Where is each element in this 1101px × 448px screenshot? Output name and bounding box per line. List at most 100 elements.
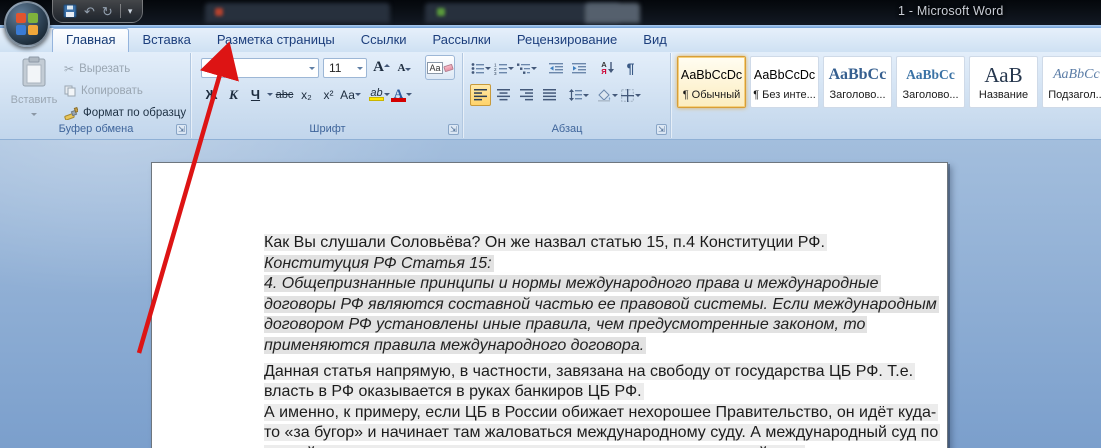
copy-button[interactable]: Копировать [64, 81, 143, 101]
tab-review[interactable]: Рецензирование [504, 28, 630, 52]
tab-view[interactable]: Вид [630, 28, 680, 52]
clipboard-dialog-launcher-icon[interactable]: ⇲ [176, 124, 187, 135]
font-group-label: Шрифт [309, 123, 346, 135]
sort-arrow-icon [607, 62, 614, 73]
background-browser-tab [585, 3, 640, 23]
font-color-swatch [391, 98, 406, 102]
tab-references[interactable]: Ссылки [348, 28, 420, 52]
align-center-button[interactable] [493, 84, 514, 106]
bullets-icon [471, 62, 484, 74]
font-color-button[interactable]: А [391, 84, 412, 105]
group-clipboard: Вставить ✂ Вырезать Копировать Формат по… [2, 53, 191, 138]
style-item-no-spacing[interactable]: АаBbCcDc ¶ Без инте... [750, 56, 819, 108]
align-center-icon [497, 89, 510, 101]
shrink-font-button[interactable]: A [394, 57, 415, 78]
qat-customize-icon[interactable]: ▾ [128, 6, 133, 17]
change-case-button[interactable]: Аа [340, 84, 361, 105]
paste-icon [22, 56, 46, 87]
numbering-button[interactable]: 123 [493, 57, 514, 79]
paragraph[interactable]: Данная статья напрямую, в частности, зав… [264, 362, 940, 403]
style-item-title[interactable]: АаВ Название [969, 56, 1038, 108]
highlight-color-button[interactable]: ab [369, 84, 390, 105]
format-painter-label: Формат по образцу [83, 107, 187, 119]
highlight-color-swatch [369, 97, 384, 101]
office-logo-icon [16, 13, 38, 35]
font-color-dropdown-icon [406, 93, 412, 99]
paragraph-dialog-launcher-icon[interactable]: ⇲ [656, 124, 667, 135]
font-size-value: 11 [329, 61, 342, 75]
office-button[interactable] [4, 1, 50, 47]
increase-indent-icon [571, 62, 586, 73]
line-spacing-icon [568, 89, 582, 101]
align-right-button[interactable] [516, 84, 537, 106]
svg-text:3: 3 [494, 71, 497, 75]
style-item-heading1[interactable]: АаBbСс Заголово... [823, 56, 892, 108]
underline-button[interactable]: Ч [245, 84, 266, 105]
grow-font-button[interactable]: A [371, 57, 392, 78]
show-paragraph-marks-button[interactable]: ¶ [620, 57, 641, 79]
scissors-icon: ✂ [64, 62, 75, 76]
font-name-value: Arial [207, 61, 232, 75]
clear-formatting-button[interactable]: Aa [425, 55, 455, 80]
bullets-button[interactable] [470, 57, 491, 79]
format-painter-button[interactable]: Формат по образцу [64, 103, 186, 123]
clear-formatting-glyph: Aa [427, 61, 443, 74]
line-spacing-button[interactable] [568, 84, 589, 106]
shrink-font-glyph: A [397, 61, 406, 74]
document-workspace: Как Вы слушали Соловьёва? Он же назвал с… [0, 140, 1101, 448]
borders-button[interactable] [620, 84, 641, 106]
document-page[interactable]: Как Вы слушали Соловьёва? Он же назвал с… [151, 162, 948, 448]
font-dialog-launcher-icon[interactable]: ⇲ [448, 124, 459, 135]
superscript-button[interactable]: x² [318, 84, 339, 105]
strikethrough-button[interactable]: abc [274, 84, 295, 105]
styles-gallery: АаBbCcDc ¶ Обычный АаBbCcDc ¶ Без инте..… [677, 56, 1101, 108]
style-item-heading2[interactable]: АаBbСс Заголово... [896, 56, 965, 108]
align-right-icon [520, 89, 533, 101]
multilevel-list-button[interactable] [516, 57, 537, 79]
copy-label: Копировать [81, 85, 143, 97]
copy-icon [64, 85, 76, 97]
save-icon[interactable] [63, 4, 77, 18]
tab-home[interactable]: Главная [52, 28, 130, 52]
font-size-combo[interactable]: 11 [323, 58, 367, 78]
paragraph-quote[interactable]: Конституция РФ Статья 15: 4. Общепризнанн… [264, 254, 940, 357]
italic-button[interactable]: К [223, 84, 244, 105]
document-text: Как Вы слушали Соловьёва? Он же назвал с… [264, 233, 941, 448]
sort-button[interactable]: А Я [597, 57, 618, 79]
bold-button[interactable]: Ж [201, 84, 222, 105]
paragraph[interactable]: А именно, к примеру, если ЦБ в России об… [264, 403, 941, 448]
tab-insert[interactable]: Вставка [129, 28, 203, 52]
subscript-button[interactable]: x₂ [296, 84, 317, 105]
justify-button[interactable] [539, 84, 560, 106]
group-font: Arial 11 A A Aa Ж К Ч abc x₂ x² Аа ab А … [193, 53, 463, 138]
font-name-combo[interactable]: Arial [201, 58, 319, 78]
align-left-button[interactable] [470, 84, 491, 106]
style-item-subtitle[interactable]: АаBbСс Подзагол... [1042, 56, 1101, 108]
ribbon: Вставить ✂ Вырезать Копировать Формат по… [0, 52, 1101, 140]
sort-icon: А Я [601, 59, 607, 76]
background-favicon [437, 8, 445, 16]
qat-separator [119, 4, 121, 18]
window-title: 1 - Microsoft Word [898, 4, 1004, 18]
underline-dropdown-icon[interactable] [267, 93, 273, 99]
undo-icon[interactable]: ↶ [84, 5, 95, 18]
pilcrow-icon: ¶ [626, 60, 635, 76]
format-painter-icon [64, 106, 78, 120]
paragraph[interactable]: Как Вы слушали Соловьёва? Он же назвал с… [264, 233, 940, 254]
paste-dropdown-icon [31, 113, 37, 119]
quick-access-toolbar: ↶ ↻ ▾ [52, 0, 144, 23]
redo-icon[interactable]: ↻ [102, 5, 113, 18]
background-titlebar: 1 - Microsoft Word [0, 0, 1101, 26]
cut-button[interactable]: ✂ Вырезать [64, 59, 130, 79]
align-left-icon [474, 89, 487, 101]
decrease-indent-icon [548, 62, 563, 73]
tab-page-layout[interactable]: Разметка страницы [204, 28, 348, 52]
shading-button[interactable] [597, 84, 618, 106]
highlight-dropdown-icon [384, 93, 390, 99]
style-item-normal[interactable]: АаBbCcDc ¶ Обычный [677, 56, 746, 108]
paste-button[interactable]: Вставить [8, 56, 60, 118]
increase-indent-button[interactable] [568, 57, 589, 79]
decrease-indent-button[interactable] [545, 57, 566, 79]
font-size-dropdown-icon [357, 66, 363, 73]
tab-mailings[interactable]: Рассылки [420, 28, 504, 52]
